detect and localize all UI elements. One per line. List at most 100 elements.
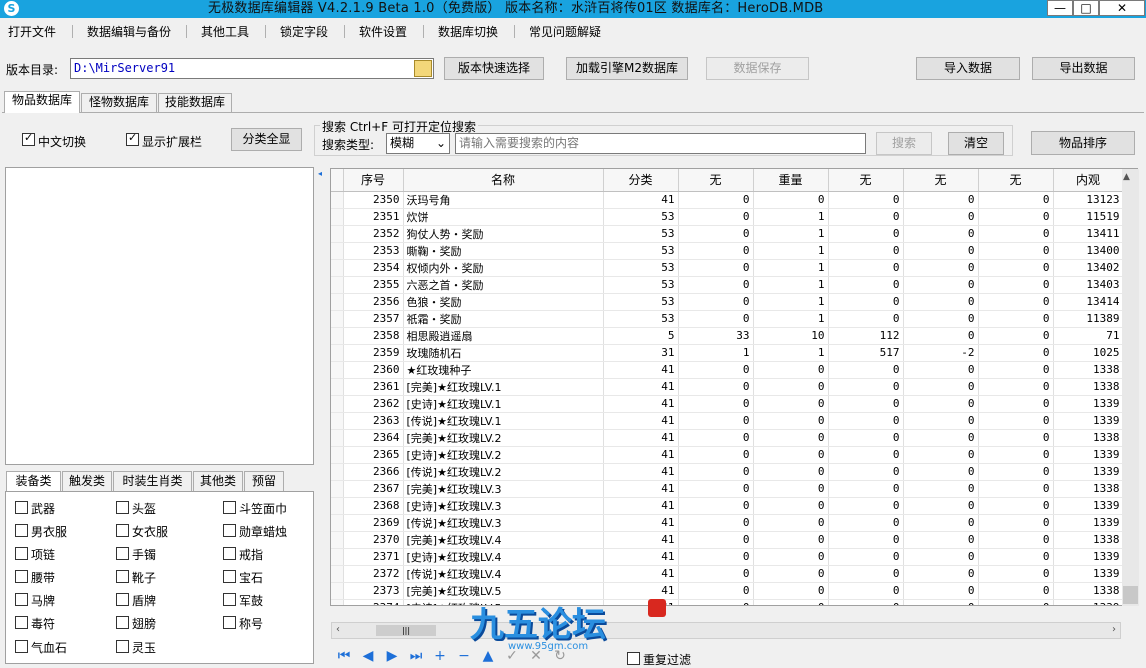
table-cell[interactable]: 2353	[343, 242, 404, 260]
table-cell[interactable]: 0	[903, 531, 979, 549]
menu-db-switch[interactable]: 数据库切换	[438, 23, 498, 40]
table-cell[interactable]: [史诗]★红玫瑰LV.4	[403, 548, 604, 566]
show-all-categories-button[interactable]: 分类全显	[231, 128, 302, 151]
table-cell[interactable]: 0	[978, 344, 1054, 362]
item-data-grid[interactable]: 序号 名称 分类 无 重量 无 无 无 内观 2350 沃玛号角 41 0 0 0 0 0 13…	[330, 168, 1138, 606]
table-row[interactable]: 2362 [史诗]★红玫瑰LV.1 41 0 0 0 0 0 1339	[331, 395, 1124, 413]
row-indicator[interactable]	[331, 259, 344, 277]
category-checkbox[interactable]	[116, 501, 129, 514]
table-cell[interactable]: 0	[978, 259, 1054, 277]
table-cell[interactable]: 13123	[1053, 191, 1124, 209]
table-cell[interactable]: 2358	[343, 327, 404, 345]
table-cell[interactable]: 0	[978, 310, 1054, 328]
category-checkbox[interactable]	[116, 547, 129, 560]
table-cell[interactable]: 11389	[1053, 310, 1124, 328]
table-cell[interactable]: 0	[828, 463, 904, 481]
category-checkbox[interactable]	[116, 593, 129, 606]
category-checkbox[interactable]	[15, 501, 28, 514]
table-cell[interactable]: 0	[903, 429, 979, 447]
add-record-icon[interactable]: +	[430, 648, 450, 664]
table-cell[interactable]: 2351	[343, 208, 404, 226]
category-checkbox[interactable]	[116, 524, 129, 537]
cat-tab-fashion-zodiac[interactable]: 时装生肖类	[113, 471, 192, 491]
table-cell[interactable]: 0	[828, 276, 904, 294]
table-cell[interactable]: 41	[603, 480, 679, 498]
row-indicator[interactable]	[331, 395, 344, 413]
table-cell[interactable]: 0	[753, 480, 829, 498]
table-cell[interactable]: 0	[903, 361, 979, 379]
table-cell[interactable]: 1339	[1053, 446, 1124, 464]
table-cell[interactable]: 0	[678, 259, 754, 277]
table-cell[interactable]: 0	[978, 480, 1054, 498]
row-indicator[interactable]	[331, 531, 344, 549]
table-row[interactable]: 2352 狗仗人势・奖励 53 0 1 0 0 0 13411	[331, 225, 1124, 243]
table-cell[interactable]: ★红玫瑰种子	[403, 361, 604, 379]
table-cell[interactable]: 0	[828, 514, 904, 532]
cat-tab-other[interactable]: 其他类	[193, 471, 243, 491]
table-cell[interactable]: 1339	[1053, 412, 1124, 430]
table-cell[interactable]: 1338	[1053, 361, 1124, 379]
row-indicator[interactable]	[331, 208, 344, 226]
table-cell[interactable]: 2357	[343, 310, 404, 328]
table-cell[interactable]: 0	[903, 310, 979, 328]
table-cell[interactable]: 53	[603, 293, 679, 311]
category-checkbox[interactable]	[223, 547, 236, 560]
table-cell[interactable]: 0	[753, 531, 829, 549]
table-cell[interactable]: 0	[678, 531, 754, 549]
tab-item-db[interactable]: 物品数据库	[4, 91, 80, 113]
row-indicator[interactable]	[331, 378, 344, 396]
table-row[interactable]: 2370 [完美]★红玫瑰LV.4 41 0 0 0 0 0 1338	[331, 531, 1124, 549]
table-cell[interactable]: 41	[603, 599, 679, 605]
menu-data-edit-backup[interactable]: 数据编辑与备份	[87, 23, 171, 40]
table-cell[interactable]: 0	[828, 582, 904, 600]
table-cell[interactable]: 13400	[1053, 242, 1124, 260]
column-header[interactable]: 分类	[603, 169, 679, 192]
table-cell[interactable]: 嘶鞠・奖励	[403, 242, 604, 260]
row-indicator[interactable]	[331, 463, 344, 481]
table-cell[interactable]: 0	[828, 599, 904, 605]
category-checkbox[interactable]	[15, 616, 28, 629]
scroll-thumb[interactable]	[1123, 586, 1138, 604]
table-row[interactable]: 2365 [史诗]★红玫瑰LV.2 41 0 0 0 0 0 1339	[331, 446, 1124, 464]
table-cell[interactable]: 0	[678, 378, 754, 396]
category-checkbox[interactable]	[15, 640, 28, 653]
table-cell[interactable]: [史诗]★红玫瑰LV.5	[403, 599, 604, 605]
table-cell[interactable]: 1339	[1053, 548, 1124, 566]
table-cell[interactable]: 0	[678, 208, 754, 226]
table-cell[interactable]: 0	[903, 497, 979, 515]
table-row[interactable]: 2353 嘶鞠・奖励 53 0 1 0 0 0 13400	[331, 242, 1124, 260]
table-cell[interactable]: 41	[603, 361, 679, 379]
category-checkbox[interactable]	[116, 616, 129, 629]
table-cell[interactable]: 0	[978, 378, 1054, 396]
table-cell[interactable]: 0	[978, 276, 1054, 294]
category-checkbox[interactable]	[15, 593, 28, 606]
splitter[interactable]: ◂	[315, 167, 329, 663]
table-cell[interactable]: 2373	[343, 582, 404, 600]
table-cell[interactable]: 0	[678, 310, 754, 328]
table-cell[interactable]: 41	[603, 395, 679, 413]
table-cell[interactable]: 1	[753, 242, 829, 260]
table-cell[interactable]: 53	[603, 276, 679, 294]
table-cell[interactable]: 0	[903, 446, 979, 464]
table-cell[interactable]: 41	[603, 514, 679, 532]
table-row[interactable]: 2366 [传说]★红玫瑰LV.2 41 0 0 0 0 0 1339	[331, 463, 1124, 481]
table-cell[interactable]: 41	[603, 565, 679, 583]
table-cell[interactable]: [完美]★红玫瑰LV.3	[403, 480, 604, 498]
table-cell[interactable]: 0	[678, 514, 754, 532]
category-checkbox[interactable]	[223, 524, 236, 537]
table-cell[interactable]: [完美]★红玫瑰LV.4	[403, 531, 604, 549]
row-indicator[interactable]	[331, 565, 344, 583]
row-indicator[interactable]	[331, 310, 344, 328]
table-cell[interactable]: 1338	[1053, 582, 1124, 600]
table-cell[interactable]: 0	[903, 548, 979, 566]
table-cell[interactable]: [完美]★红玫瑰LV.1	[403, 378, 604, 396]
table-cell[interactable]: [传说]★红玫瑰LV.4	[403, 565, 604, 583]
table-cell[interactable]: 0	[903, 242, 979, 260]
table-cell[interactable]: 0	[903, 463, 979, 481]
column-header[interactable]: 无	[903, 169, 979, 192]
quick-select-button[interactable]: 版本快速选择	[444, 57, 544, 80]
table-cell[interactable]: 2370	[343, 531, 404, 549]
table-cell[interactable]: 0	[678, 361, 754, 379]
menu-other-tools[interactable]: 其他工具	[201, 23, 249, 40]
table-cell[interactable]: 41	[603, 531, 679, 549]
